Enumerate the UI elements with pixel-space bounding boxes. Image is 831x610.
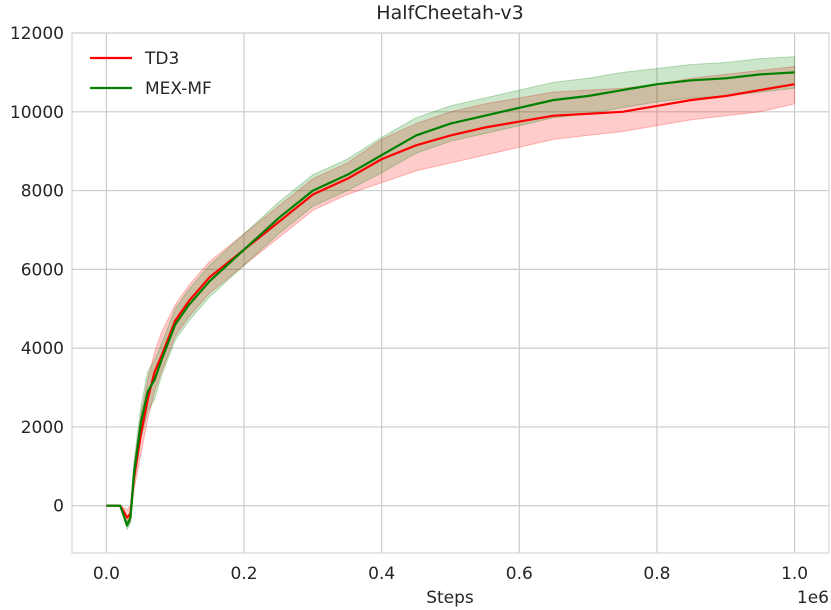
y-tick-label: 12000 bbox=[10, 24, 64, 44]
legend-label-td3: TD3 bbox=[144, 49, 179, 69]
x-axis-offset-text: 1e6 bbox=[797, 588, 829, 608]
y-tick-label: 0 bbox=[53, 497, 64, 517]
x-tick-label: 0.4 bbox=[368, 564, 395, 584]
x-tick-label: 1.0 bbox=[781, 564, 808, 584]
chart-title: HalfCheetah-v3 bbox=[376, 2, 523, 24]
x-tick-label: 0.6 bbox=[506, 564, 533, 584]
y-tick-labels: 0 2000 4000 6000 8000 10000 12000 bbox=[10, 24, 64, 517]
y-tick-label: 6000 bbox=[21, 260, 64, 280]
x-tick-label: 0.2 bbox=[231, 564, 258, 584]
x-tick-label: 0.8 bbox=[643, 564, 670, 584]
legend-label-mex-mf: MEX-MF bbox=[145, 79, 212, 99]
y-tick-label: 8000 bbox=[21, 182, 64, 202]
x-tick-label: 0.0 bbox=[93, 564, 120, 584]
y-tick-label: 4000 bbox=[21, 339, 64, 359]
y-tick-label: 10000 bbox=[10, 103, 64, 123]
x-axis-label: Steps bbox=[426, 588, 474, 608]
chart: 0.0 0.2 0.4 0.6 0.8 1.0 0 2000 4000 6000 8000 1000… bbox=[10, 2, 830, 608]
x-tick-labels: 0.0 0.2 0.4 0.6 0.8 1.0 bbox=[93, 564, 808, 584]
y-tick-label: 2000 bbox=[21, 418, 64, 438]
